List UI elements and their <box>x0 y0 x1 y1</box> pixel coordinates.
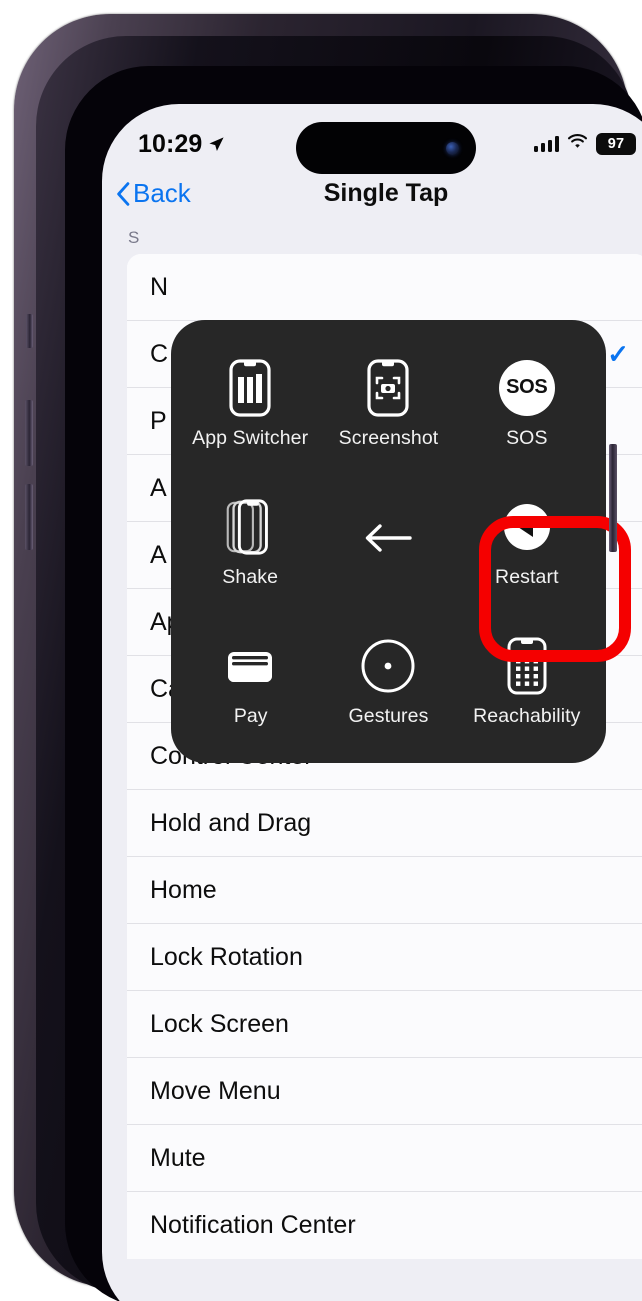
assistive-item-label: App Switcher <box>192 426 309 449</box>
list-item-move-menu[interactable]: Move Menu <box>127 1058 642 1125</box>
page-title: Single Tap <box>323 179 449 207</box>
list-item-label: Move Menu <box>150 1076 281 1105</box>
wifi-icon <box>567 133 588 155</box>
status-bar-left: 10:29 <box>138 130 225 159</box>
phone-screen: 10:29 97 Back Single Tap S N C ✓ P A A H… <box>102 104 642 1301</box>
volume-up-button[interactable] <box>25 400 33 466</box>
phone-frame-rim: 10:29 97 Back Single Tap S N C ✓ P A A H… <box>36 36 642 1301</box>
list-item-label: P <box>150 406 167 435</box>
list-item-home[interactable]: Home <box>127 857 642 924</box>
assistive-item-screenshot[interactable]: Screenshot <box>319 334 457 473</box>
phone-frame-outer: 10:29 97 Back Single Tap S N C ✓ P A A H… <box>14 14 642 1301</box>
apple-pay-icon <box>220 636 280 696</box>
assistive-item-label: Reachability <box>473 704 581 727</box>
shake-icon <box>220 497 280 557</box>
screenshot-icon <box>358 358 418 418</box>
screenshot-stage: 10:29 97 Back Single Tap S N C ✓ P A A H… <box>0 0 642 1301</box>
power-button[interactable] <box>609 444 617 552</box>
list-item-lock-rotation[interactable]: Lock Rotation <box>127 924 642 991</box>
sos-icon: SOS <box>497 358 557 418</box>
assistive-item-shake[interactable]: Shake <box>181 473 319 612</box>
restart-icon <box>497 497 557 557</box>
sos-icon-text: SOS <box>498 359 555 416</box>
checkmark-icon: ✓ <box>607 338 629 369</box>
list-item-label: A <box>150 473 167 502</box>
list-item-label: C <box>150 339 169 368</box>
restart-triangle-icon <box>517 516 533 537</box>
list-section-header: S <box>128 228 140 247</box>
cellular-signal-icon <box>533 136 559 152</box>
assistive-item-reachability[interactable]: Reachability <box>458 612 596 751</box>
phone-bezel: 10:29 97 Back Single Tap S N C ✓ P A A H… <box>65 66 642 1301</box>
assistive-touch-menu: App Switcher Screenshot SOS SOS Shake Re… <box>171 320 606 763</box>
list-item-label: Hold and Drag <box>150 808 312 837</box>
assistive-item-app-switcher[interactable]: App Switcher <box>181 334 319 473</box>
list-item-label: A <box>150 540 167 569</box>
mute-switch-button[interactable] <box>26 314 33 348</box>
battery-indicator: 97 <box>596 133 636 155</box>
restart-icon-circle <box>503 503 550 550</box>
assistive-item-label: Restart <box>495 565 559 588</box>
list-item-notification-center[interactable]: Notification Center <box>127 1192 642 1259</box>
list-item-lock-screen[interactable]: Lock Screen <box>127 991 642 1058</box>
assistive-item-label: Gestures <box>348 704 429 727</box>
list-item-label: Notification Center <box>150 1211 356 1239</box>
list-item-label: Lock Screen <box>150 1009 289 1038</box>
assistive-item-apple-pay[interactable]: Pay <box>181 612 319 751</box>
front-camera-icon <box>446 141 459 155</box>
back-arrow-icon <box>358 508 418 568</box>
assistive-item-sos[interactable]: SOS SOS <box>458 334 596 473</box>
assistive-item-label-wrap: Pay <box>233 705 268 728</box>
assistive-item-label: SOS <box>506 426 548 449</box>
assistive-item-label: Pay <box>233 704 268 727</box>
assistive-item-restart[interactable]: Restart <box>458 473 596 612</box>
list-item-label: N <box>150 272 169 301</box>
assistive-item-label: Shake <box>222 565 279 588</box>
list-item-mute[interactable]: Mute <box>127 1125 642 1192</box>
list-item[interactable]: N <box>127 254 642 321</box>
list-item-hold-and-drag[interactable]: Hold and Drag <box>127 790 642 857</box>
status-bar-right: 97 <box>533 133 636 155</box>
gestures-icon <box>358 636 418 696</box>
navigation-bar: Back Single Tap <box>102 166 642 222</box>
list-item-label: Home <box>150 875 217 904</box>
assistive-item-label: Screenshot <box>338 426 439 449</box>
reachability-icon <box>497 636 557 696</box>
location-arrow-icon <box>208 136 225 153</box>
app-switcher-icon <box>220 358 280 418</box>
status-time: 10:29 <box>138 129 203 158</box>
list-item-label: Lock Rotation <box>150 942 303 971</box>
assistive-item-gestures[interactable]: Gestures <box>319 612 457 751</box>
settings-content: S N C✓ P A A App Switcher Camera Control… <box>102 216 642 1301</box>
volume-down-button[interactable] <box>25 484 33 550</box>
assistive-item-back[interactable] <box>319 473 457 612</box>
list-item-label: Mute <box>150 1143 206 1172</box>
